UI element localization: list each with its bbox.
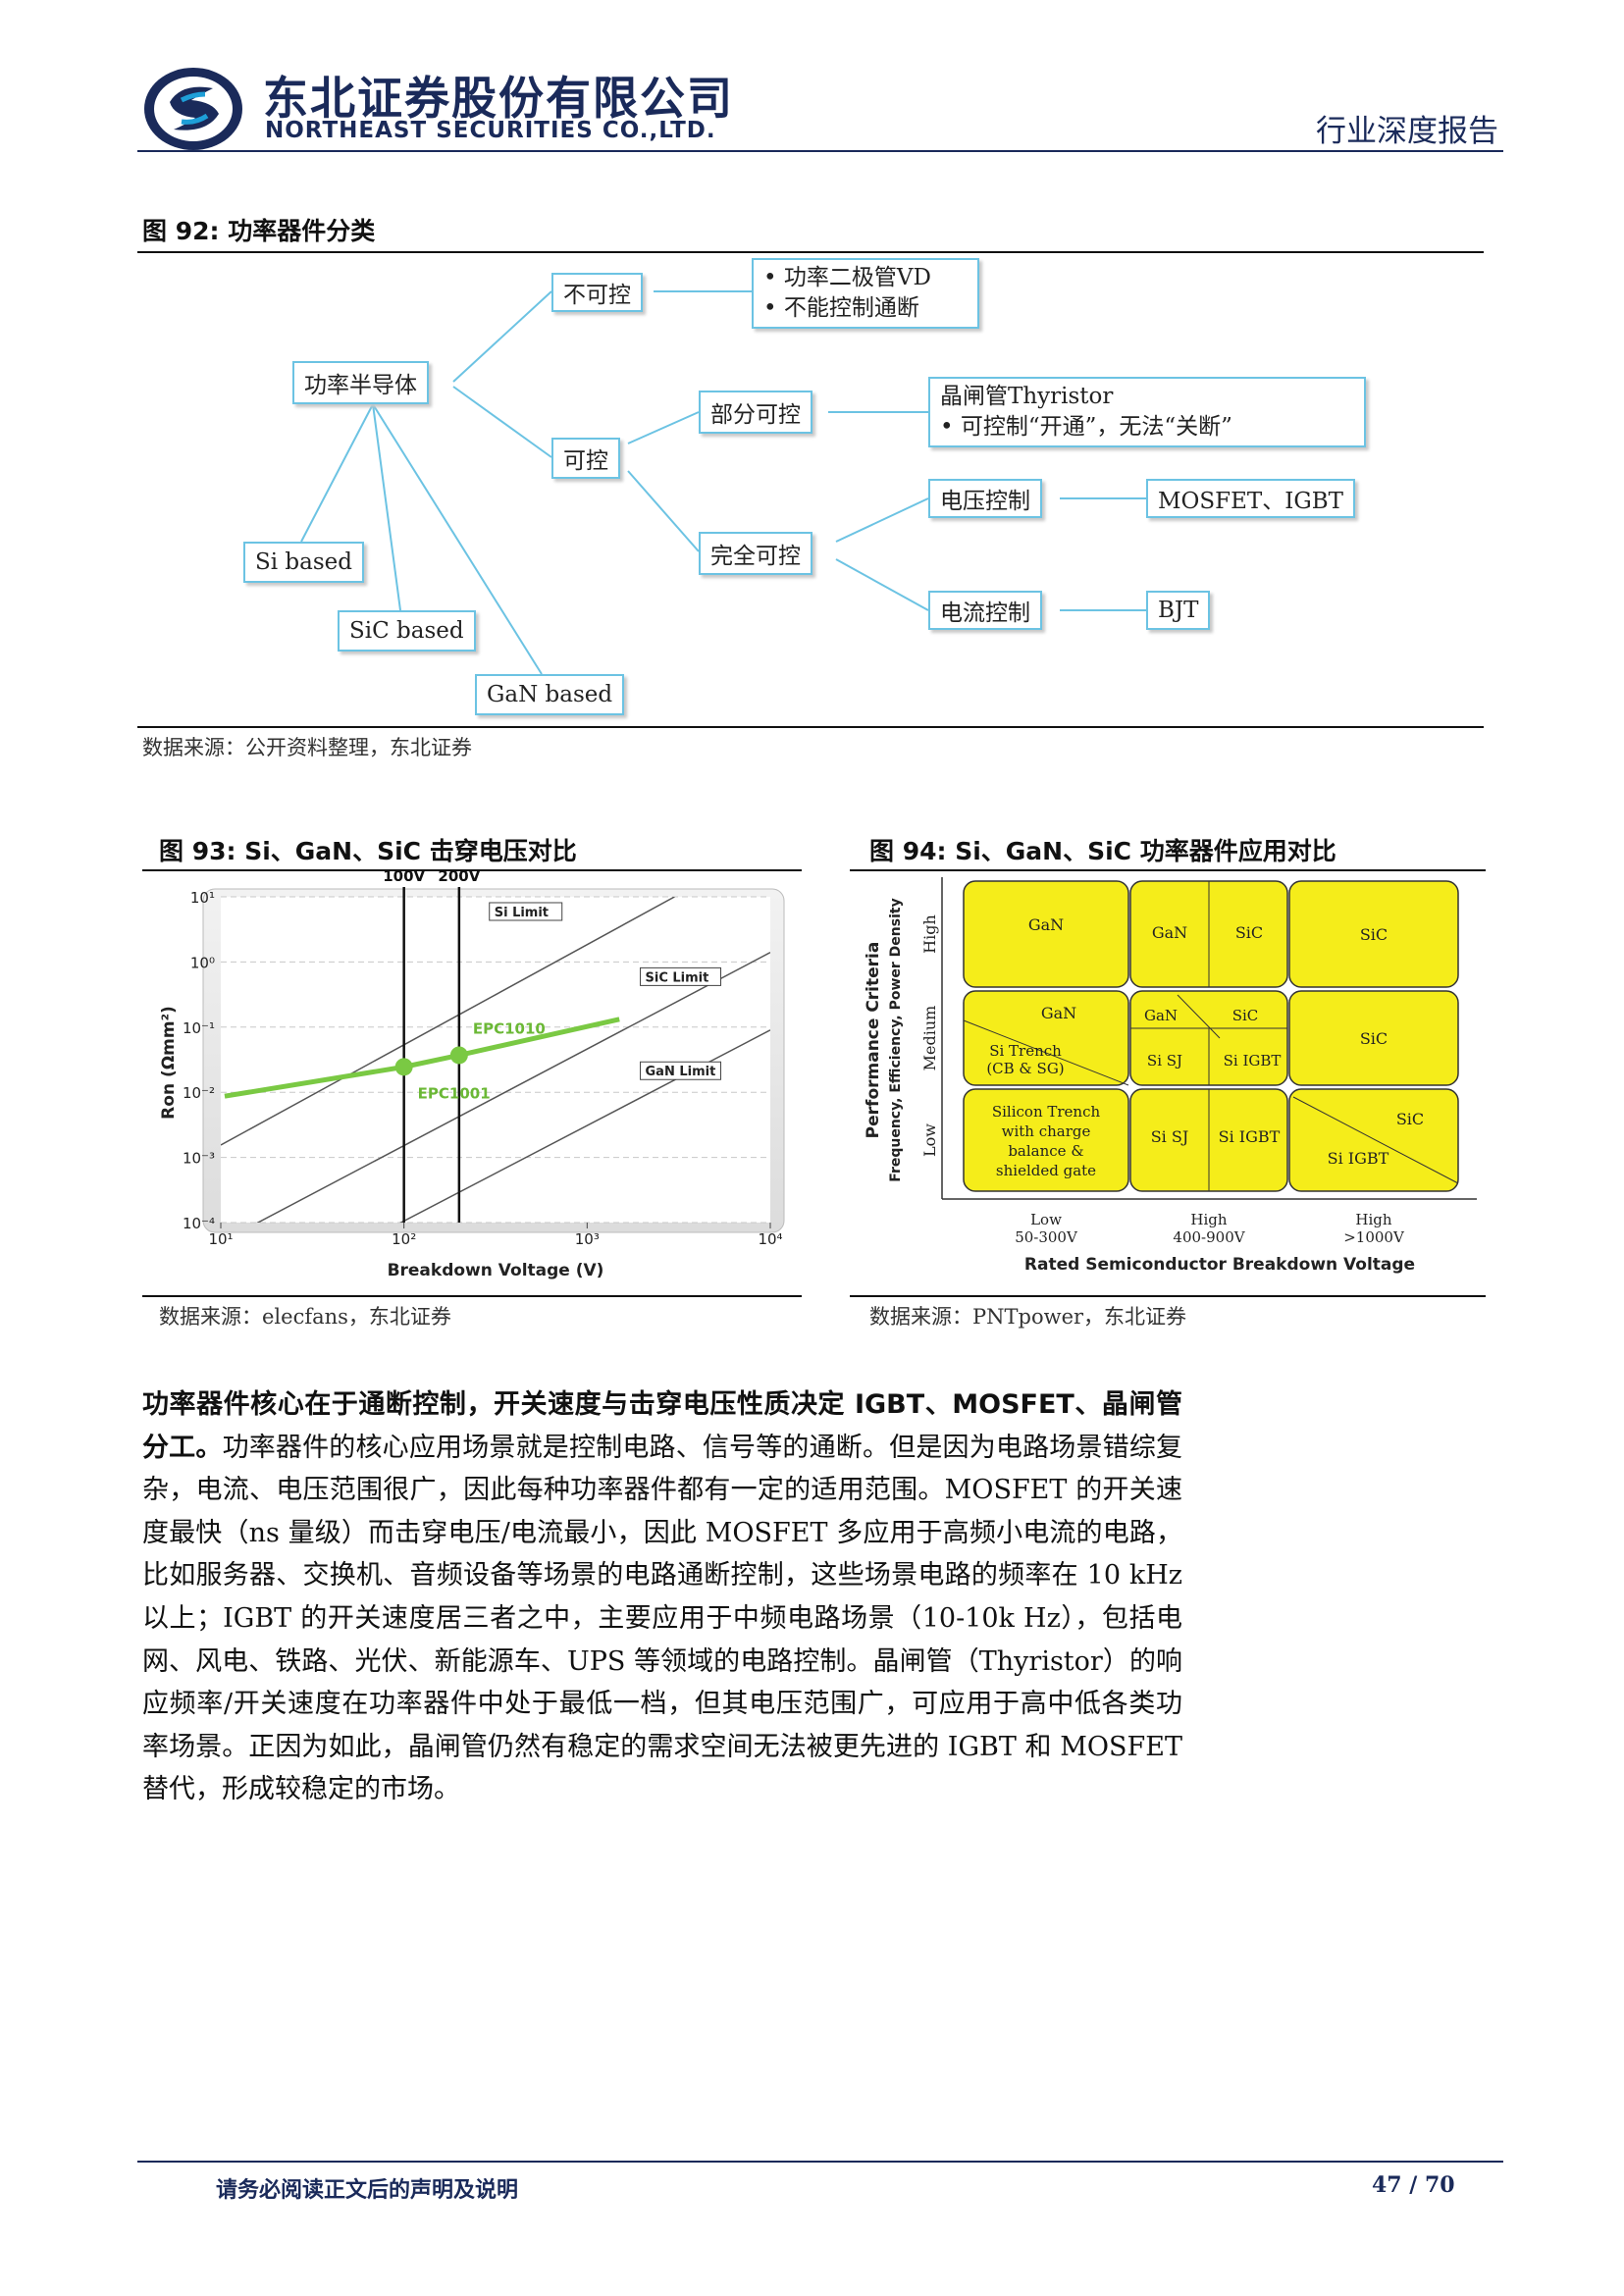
fig94-cell-label: GaN [1041,1004,1076,1022]
fig94-cell-label: SiC [1235,923,1263,942]
fig94-cell-label: Silicon Trench [992,1103,1101,1121]
fig94-row-label: High [920,914,939,954]
fig94-y-axis-sublabel: Frequency, Efficiency, Power Density [888,898,904,1181]
diode-item-2: • 不能控制通断 [763,295,919,321]
fig93-series-point [394,1058,413,1076]
fig93-voltage-marker-label: 100V [383,871,425,885]
node-partially-controllable: 部分可控 [699,391,812,434]
fig94-column-range: >1000V [1343,1228,1405,1246]
fig94-cell-label: Si SJ [1147,1052,1182,1070]
fig94-cell-label: SiC [1360,1029,1388,1048]
diode-item-1: • 功率二极管VD [763,265,931,290]
node-diode-list: • 功率二极管VD • 不能控制通断 [752,258,979,329]
thyristor-note: • 可控制“开通”，无法“关断” [940,414,1232,440]
fig93-limit-label: SiC Limit [646,970,709,985]
fig93-series-point [449,1046,468,1065]
fig93-chart: 100V 200V 10¹10⁰10⁻¹10⁻²10⁻³10⁻⁴10¹ 10² 10³… [159,871,785,1280]
node-uncontrollable: 不可控 [551,273,643,312]
fig93-y-axis-label: Ron (Ωmm²) [159,1006,179,1120]
fig94-cell-label: shielded gate [996,1162,1096,1179]
fig93-annotation: EPC1001 [418,1084,491,1102]
fig94-source: 数据来源：PNTpower，东北证券 [869,1305,1187,1329]
node-mosfet-igbt: MOSFET、IGBT [1146,479,1355,518]
fig93-limit-label: GaN Limit [646,1065,716,1079]
fig94-column-label: High [1190,1211,1227,1228]
fig94-cell-label: Si IGBT [1224,1052,1282,1070]
fig94-cell-label: SiC [1396,1110,1424,1128]
fig94-cell-label: Si Trench [989,1042,1062,1060]
fig94-column-label: High [1355,1211,1391,1228]
fig93-x-axis-label: Breakdown Voltage (V) [388,1261,604,1280]
fig93-source: 数据来源：elecfans，东北证券 [159,1305,451,1329]
fig93-y-tick-label: 10⁰ [190,954,215,971]
fig94-cell-label: Si IGBT [1328,1149,1389,1168]
fig94-caption: 图 94: Si、GaN、SiC 功率器件应用对比 [869,837,1336,865]
fig94-bottom-rule [850,1295,1486,1297]
node-sic-based: SiC based [338,610,476,652]
fig94-cell-label: GaN [1152,923,1187,942]
fig94-y-axis-label: Performance Criteria [864,942,883,1139]
footer-disclaimer: 请务必阅读正文后的声明及说明 [216,2178,519,2203]
fig93-bottom-rule [142,1295,802,1297]
fig94-cell-label: GaN [1144,1007,1178,1024]
fig92-bottom-rule [137,726,1484,728]
node-current-control: 电流控制 [928,591,1042,630]
fig94-cell [963,880,1129,988]
fig94-cell-label: balance & [1008,1142,1083,1160]
fig93-voltage-marker-label: 200V [438,871,480,885]
thyristor-title: 晶闸管Thyristor [940,384,1114,409]
fig93-limit-label: Si Limit [495,906,549,920]
fig94-chart: GaN GaN SiC SiC GaN Si Trench(CB & SG) GaN SiC S… [864,877,1477,1275]
fig93-annotation: EPC1010 [473,1019,546,1037]
fig93-x-tick-label: 10¹ [208,1230,233,1248]
fig94-column-range: 400-900V [1173,1228,1245,1246]
fig93-x-tick-label: 10⁴ [758,1230,782,1248]
node-fully-controllable: 完全可控 [699,532,812,575]
node-bjt: BJT [1146,591,1211,630]
fig93-y-tick-label: 10¹ [190,889,215,907]
fig94-cell-label: SiC [1360,925,1388,944]
fig94-cell-label: GaN [1028,915,1064,934]
fig94-cell-label: Si IGBT [1219,1127,1281,1146]
node-power-semiconductor: 功率半导体 [292,361,429,404]
fig94-cell-label: SiC [1232,1007,1259,1024]
fig94-column-label: Low [1030,1211,1062,1228]
page-number: 47 / 70 [1372,2172,1455,2198]
node-controllable: 可控 [551,438,620,479]
node-thyristor: 晶闸管Thyristor • 可控制“开通”，无法“关断” [928,377,1366,447]
body-paragraph: 功率器件核心在于通断控制，开关速度与击穿电压性质决定 IGBT、MOSFET、晶… [142,1383,1182,1811]
fig94-cell-label: (CB & SG) [986,1060,1064,1077]
fig94-cell-label: with charge [1002,1122,1091,1140]
fig93-x-tick-label: 10² [392,1230,416,1248]
fig93-x-tick-label: 10³ [575,1230,600,1248]
footer-divider [137,2161,1503,2163]
fig94-row-label: Medium [920,1006,939,1071]
fig94-column-range: 50-300V [1015,1228,1078,1246]
node-gan-based: GaN based [475,674,625,715]
fig94-row-label: Low [920,1123,939,1157]
fig93-y-tick-label: 10⁻³ [183,1150,215,1168]
fig92-source: 数据来源：公开资料整理，东北证券 [142,736,472,759]
fig94-cell-label: Si SJ [1151,1127,1189,1146]
fig93-y-tick-label: 10⁻² [183,1084,215,1102]
fig94-x-axis-label: Rated Semiconductor Breakdown Voltage [1024,1255,1415,1275]
body-text: 功率器件的核心应用场景就是控制电路、信号等的通断。但是因为电路场景错综复杂，电流… [142,1432,1183,1805]
fig93-y-tick-label: 10⁻¹ [183,1019,215,1037]
node-voltage-control: 电压控制 [928,479,1042,518]
fig93-caption: 图 93: Si、GaN、SiC 击穿电压对比 [159,837,577,865]
node-si-based: Si based [243,542,364,583]
fig94-cell [1288,1088,1459,1192]
fig92-connectors [300,290,1146,675]
